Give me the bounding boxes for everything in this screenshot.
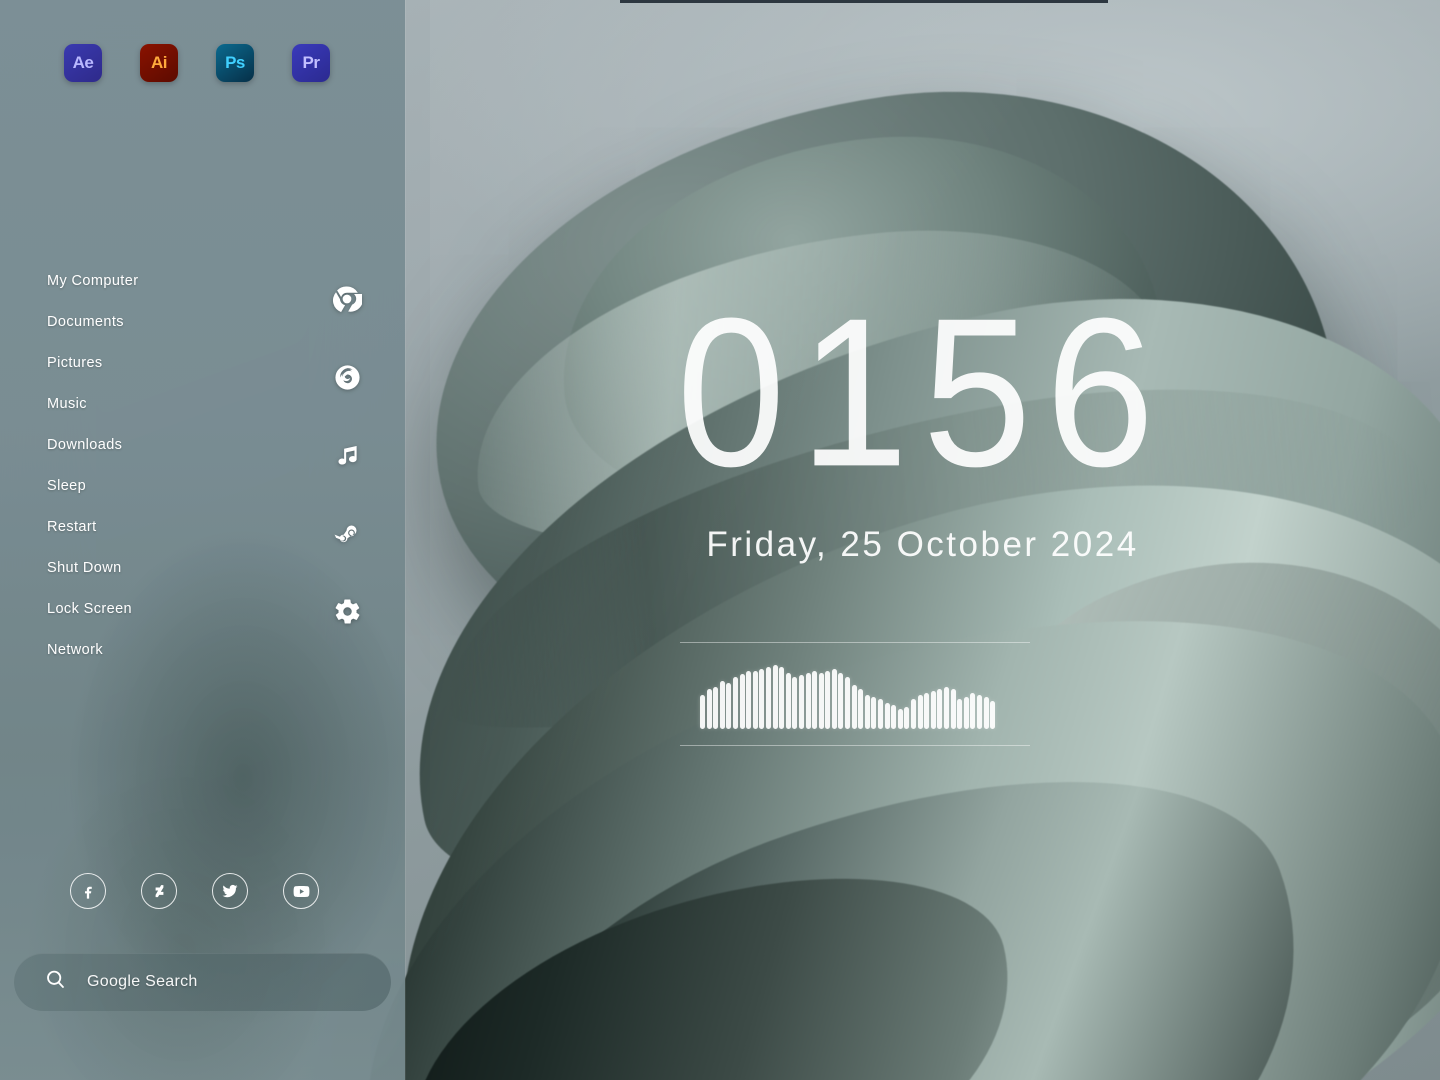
visualizer-bar (864, 695, 870, 729)
gear-icon[interactable] (331, 595, 363, 627)
visualizer-bar (937, 689, 943, 729)
firefox-icon[interactable] (331, 361, 363, 393)
visualizer-bar (911, 699, 916, 729)
visualizer-bar (831, 669, 837, 729)
visualizer-bar (818, 673, 824, 729)
visualizer-bar (838, 673, 844, 729)
visualizer-bar (752, 671, 758, 729)
visualizer-bar (963, 697, 969, 729)
steam-icon[interactable] (331, 517, 363, 549)
visualizer-bar (845, 677, 851, 729)
launcher-sidebar: Ae Ai Ps Pr My Computer Documents Pictures Mus… (0, 0, 405, 1080)
menu-item-shut-down[interactable]: Shut Down (47, 561, 138, 576)
visualizer-bar (858, 689, 864, 729)
visualizer-bar (917, 695, 923, 729)
menu-item-my-computer[interactable]: My Computer (47, 274, 138, 289)
visualizer-bar (924, 693, 930, 729)
visualizer-bar (990, 701, 996, 729)
menu-item-documents[interactable]: Documents (47, 315, 138, 330)
menu-item-restart[interactable]: Restart (47, 520, 138, 535)
visualizer-bar (825, 671, 831, 729)
visualizer-bar (812, 671, 818, 729)
visualizer-bar (976, 695, 982, 729)
social-links (70, 873, 319, 909)
quick-launch-column (331, 283, 363, 673)
visualizer-bar (739, 674, 745, 729)
visualizer-bar (726, 683, 732, 729)
visualizer-bar (970, 693, 976, 729)
visualizer-bar (779, 667, 785, 729)
menu-item-downloads[interactable]: Downloads (47, 438, 138, 453)
visualizer-bar (746, 671, 752, 729)
menu-item-pictures[interactable]: Pictures (47, 356, 138, 371)
visualizer-bar (765, 667, 771, 729)
visualizer-bar (798, 675, 804, 729)
visualizer-bar (950, 689, 956, 729)
photoshop-icon[interactable]: Ps (216, 44, 254, 82)
visualizer-bar (878, 699, 884, 729)
twitter-icon[interactable] (212, 873, 248, 909)
visualizer-bar (851, 685, 857, 729)
visualizer-bottom-rule (680, 745, 1030, 746)
visualizer-bar (897, 709, 903, 729)
visualizer-bar (719, 681, 725, 729)
menu-item-network[interactable]: Network (47, 643, 138, 658)
premiere-pro-icon[interactable]: Pr (292, 44, 330, 82)
menu-item-lock-screen[interactable]: Lock Screen (47, 602, 138, 617)
visualizer-bar (706, 689, 712, 729)
visualizer-bar (904, 707, 910, 729)
illustrator-icon[interactable]: Ai (140, 44, 178, 82)
adobe-app-shortcuts: Ae Ai Ps Pr (64, 44, 330, 82)
visualizer-top-rule (680, 642, 1030, 643)
deviantart-icon[interactable] (141, 873, 177, 909)
menu-item-music[interactable]: Music (47, 397, 138, 412)
visualizer-bar (943, 687, 949, 729)
visualizer-bar (805, 673, 811, 729)
music-note-icon[interactable] (331, 439, 363, 471)
visualizer-bar (957, 699, 963, 729)
visualizer-bar (759, 669, 765, 729)
search-icon (44, 968, 67, 996)
visualizer-bar (792, 677, 798, 729)
visualizer-bar (713, 687, 719, 729)
audio-visualizer[interactable] (680, 642, 1030, 746)
desktop-screen: 0156 Friday, 25 October 2024 Ae Ai Ps Pr My… (0, 0, 1440, 1080)
window-title-bar[interactable] (620, 0, 1108, 3)
after-effects-icon[interactable]: Ae (64, 44, 102, 82)
search-input[interactable]: Google Search (87, 973, 198, 991)
visualizer-bar (700, 695, 705, 729)
visualizer-bar (891, 705, 897, 729)
youtube-icon[interactable] (283, 873, 319, 909)
system-menu: My Computer Documents Pictures Music Downloa… (47, 274, 138, 684)
visualizer-bar (884, 703, 890, 729)
visualizer-bars (700, 649, 1010, 729)
search-bar[interactable]: Google Search (14, 953, 391, 1011)
facebook-icon[interactable] (70, 873, 106, 909)
menu-item-sleep[interactable]: Sleep (47, 479, 138, 494)
visualizer-bar (772, 665, 778, 729)
visualizer-bar (785, 673, 791, 729)
visualizer-bar (930, 691, 936, 729)
visualizer-bar (871, 697, 877, 729)
visualizer-bar (732, 677, 738, 729)
visualizer-bar (983, 697, 989, 729)
chrome-icon[interactable] (331, 283, 363, 315)
